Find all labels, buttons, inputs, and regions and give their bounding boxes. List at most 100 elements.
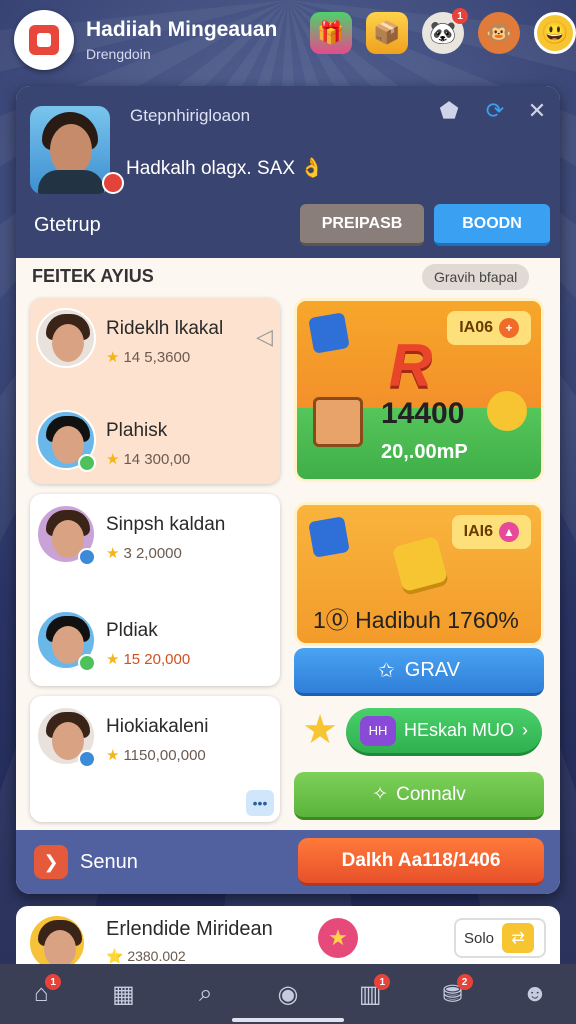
rewards-card: Gtepnhirigloaon Hadkalh olagx. SAX 👌 Gte… — [16, 86, 560, 894]
close-icon[interactable]: ✕ — [522, 96, 552, 126]
promo-badge: IAI6 ▲ — [451, 515, 531, 549]
app-subtitle: Drengdoin — [86, 46, 151, 62]
chevron-left-icon[interactable]: ◁ — [256, 324, 273, 350]
promo-badge: IA06 + — [447, 311, 531, 345]
player-name: Rideklh lkakal — [106, 318, 224, 339]
top-icon-row: 🎁 📦 🐼 1 🐵 😃 — [310, 8, 576, 54]
player-name: Sinpsh kaldan — [106, 514, 226, 535]
chevron-right-icon: › — [522, 720, 529, 740]
next-player-card[interactable]: Erlendide Miridean ⭐ 2380.002 ★ Solo ⇄ — [16, 906, 560, 968]
player-score: ★ 14 5,3600 — [106, 349, 191, 366]
star-icon: ★ — [106, 545, 120, 562]
bonus-promo-card[interactable]: IAI6 ▲ 1⓪ Hadibuh 1760% — [294, 502, 544, 646]
gift-icon — [29, 25, 59, 55]
deliver-button[interactable]: Dalkh Aa118/1406 — [298, 838, 544, 886]
home-indicator — [232, 1018, 344, 1022]
heskah-button[interactable]: HH HEskah MUO › — [346, 708, 542, 756]
game-controller-icon: HH — [359, 715, 396, 746]
star-icon: ★ — [106, 451, 120, 468]
player-score: ★ 15 20,000 — [106, 651, 191, 668]
nav-home-icon[interactable]: ⌂ 1 — [21, 974, 62, 1014]
promo-subvalue: 20,.00mP — [381, 441, 468, 463]
promo-text: 1⓪ Hadibuh 1760% — [313, 607, 519, 633]
treasure-icon[interactable]: 📦 — [366, 12, 408, 54]
nav-search-icon[interactable]: ⌕ — [186, 974, 226, 1014]
star-icon: ★ — [106, 747, 120, 764]
nav-account-icon[interactable]: ☻ — [515, 974, 555, 1014]
list-item[interactable]: Rideklh lkakal ★ 14 5,3600 ◁ — [36, 308, 276, 372]
promo-letter: R — [389, 332, 433, 399]
swap-icon: ⇄ — [502, 923, 535, 953]
nav-stats-icon[interactable]: ▥ 1 — [350, 974, 391, 1014]
refresh-icon[interactable]: ⟳ — [480, 96, 510, 126]
profile-avatar[interactable] — [30, 106, 110, 194]
section-filter-pill[interactable]: Gravih bfapal — [422, 264, 530, 290]
star-outline-icon: ✩ — [378, 660, 395, 682]
star-icon: ★ — [106, 349, 120, 366]
nav-shop-icon[interactable]: ▦ — [103, 974, 143, 1014]
solo-button[interactable]: Solo ⇄ — [454, 918, 546, 958]
notification-badge: 1 — [45, 974, 62, 990]
reward-promo-card[interactable]: IA06 + R 14400 20,.00mP — [294, 298, 544, 482]
message-icon[interactable]: ••• — [246, 790, 274, 816]
list-item[interactable]: Sinpsh kaldan ★ 3 2,0000 — [36, 504, 276, 568]
treasure-chest-icon — [313, 397, 363, 447]
emoji-icon[interactable]: 😃 — [534, 12, 576, 54]
player-score: ★ 3 2,0000 — [106, 545, 182, 562]
star-pin-icon[interactable]: ★ — [318, 918, 358, 958]
profile-header: Gtepnhirigloaon Hadkalh olagx. SAX 👌 Gte… — [16, 86, 560, 258]
panda-icon[interactable]: 🐼 1 — [422, 8, 468, 54]
connect-button[interactable]: ✧ Connalv — [294, 772, 544, 820]
list-item[interactable]: Plahisk ★ 14 300,00 — [36, 410, 276, 474]
list-item[interactable]: Pldiak ★ 15 20,000 — [36, 610, 276, 674]
player-name: Hiokiakaleni — [106, 716, 209, 737]
nav-rewards-icon[interactable]: ⛃ 2 — [433, 974, 473, 1014]
plus-icon: + — [499, 318, 519, 338]
chevron-icon: ❯ — [34, 845, 68, 879]
cube-icon — [308, 312, 350, 354]
profile-info: Hadkalh olagx. SAX 👌 — [126, 158, 324, 179]
player-score: ⭐ 2380.002 — [106, 948, 186, 964]
app-logo[interactable] — [14, 10, 74, 70]
notification-badge: 2 — [456, 974, 473, 990]
list-item[interactable]: Hiokiakaleni ★ 1150,00,000 ••• — [36, 706, 276, 816]
avatar — [28, 914, 86, 968]
profile-badge-icon — [102, 172, 124, 194]
status-icon — [78, 548, 96, 566]
player-list-featured: Rideklh lkakal ★ 14 5,3600 ◁ Plahisk ★ 14 … — [30, 298, 280, 484]
bottom-nav: ⌂ 1 ▦ ⌕ ◉ ▥ 1 ⛃ 2 ☻ — [0, 964, 576, 1024]
player-list: Sinpsh kaldan ★ 3 2,0000 Pldiak ★ 15 20,00… — [30, 494, 280, 686]
profile-group: Gtetrup — [34, 214, 101, 236]
pentagon-icon[interactable]: ⬟ — [434, 96, 464, 126]
notification-badge: 1 — [452, 8, 468, 24]
notification-badge: 1 — [374, 974, 391, 990]
footer-left[interactable]: ❯ Senun — [34, 844, 174, 880]
sparkle-icon: ✧ — [372, 784, 389, 805]
cube-icon — [308, 516, 350, 558]
promo-value: 14400 — [381, 397, 465, 430]
nav-profile-icon[interactable]: ◉ — [268, 974, 308, 1014]
app-title: Hadiiah Mingeauan — [86, 18, 278, 41]
monkey-icon[interactable]: 🐵 — [478, 12, 520, 54]
profile-label: Gtepnhirigloaon — [130, 106, 251, 125]
star-icon: ★ — [302, 708, 338, 752]
trophy-icon — [487, 391, 527, 431]
online-status-icon — [78, 654, 96, 672]
status-icon — [78, 750, 96, 768]
top-bar: Hadiiah Mingeauan Drengdoin 🎁 📦 🐼 1 🐵 😃 — [0, 0, 576, 80]
boost-button[interactable]: BOODN — [434, 204, 550, 246]
online-status-icon — [78, 454, 96, 472]
player-name: Plahisk — [106, 420, 168, 441]
player-name: Erlendide Miridean — [106, 918, 273, 940]
player-name: Pldiak — [106, 620, 158, 641]
grab-button[interactable]: ✩ GRAV — [294, 648, 544, 696]
gift-shop-icon[interactable]: 🎁 — [310, 12, 352, 54]
gold-block-icon — [391, 535, 449, 593]
section-title: FEITEK AYIUS — [32, 266, 154, 286]
player-list: Hiokiakaleni ★ 1150,00,000 ••• — [30, 696, 280, 822]
prepass-button[interactable]: PREIPASB — [300, 204, 424, 246]
avatar — [36, 308, 96, 368]
star-icon: ★ — [106, 651, 120, 668]
card-footer: ❯ Senun Dalkh Aa118/1406 — [16, 830, 560, 894]
player-score: ★ 1150,00,000 — [106, 747, 206, 764]
